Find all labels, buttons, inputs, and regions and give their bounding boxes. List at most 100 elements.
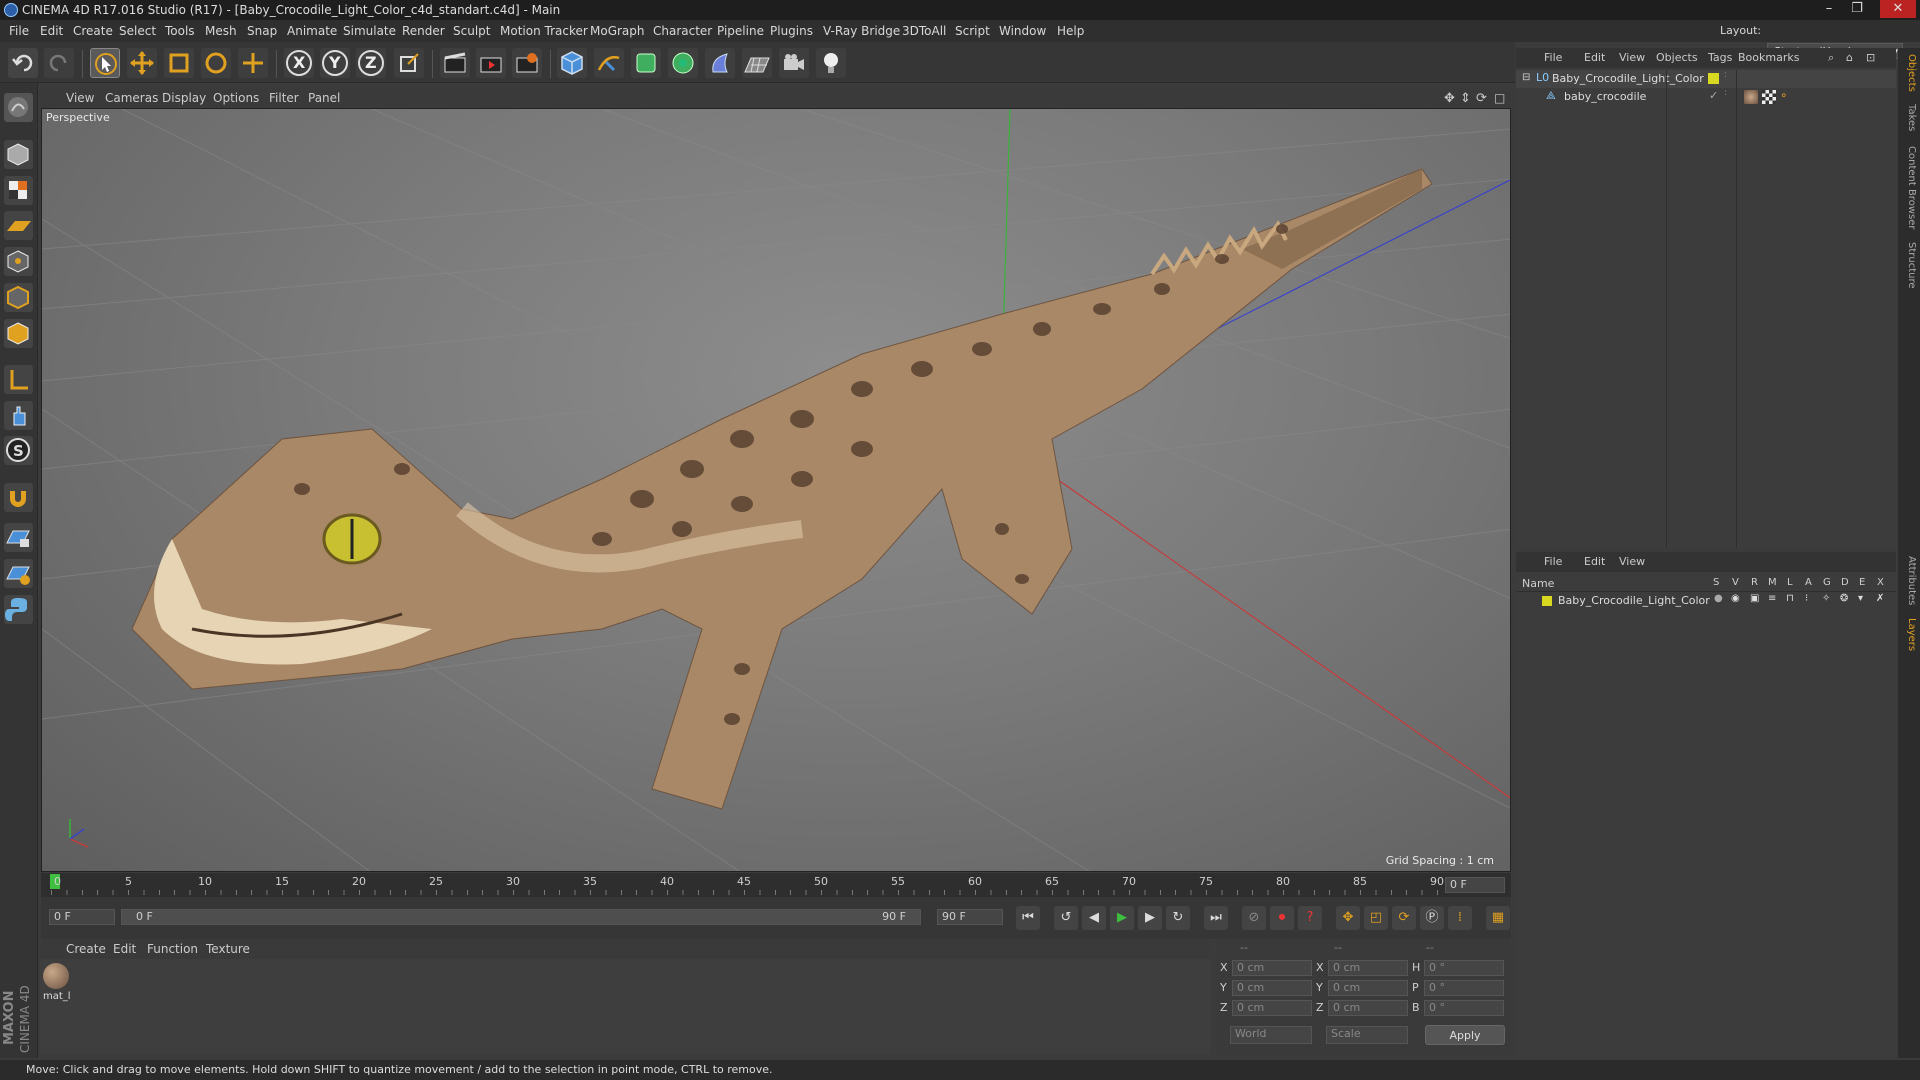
magnet-button[interactable]	[4, 483, 33, 512]
apply-button[interactable]: Apply	[1425, 1025, 1505, 1045]
key-parameter-button[interactable]: Ⓟ	[1420, 906, 1444, 930]
go-to-end-button[interactable]: ⏭	[1204, 906, 1228, 930]
x-axis-button[interactable]: X	[284, 48, 314, 78]
edges-mode-button[interactable]	[4, 283, 33, 312]
planar-workplane-button[interactable]	[4, 559, 33, 588]
render-view-button[interactable]	[440, 48, 470, 78]
object-row[interactable]: ⊟ L0 Baby_Crocodile_Light_Color :	[1516, 70, 1896, 88]
visible-eye-icon[interactable]: ◉	[1731, 593, 1740, 604]
camera-button[interactable]	[779, 48, 809, 78]
workplane-mode-button[interactable]	[4, 211, 33, 240]
floor-button[interactable]	[742, 48, 772, 78]
next-key-button[interactable]: ↻	[1166, 906, 1190, 930]
menu-edit[interactable]: Edit	[40, 24, 63, 38]
link-icon[interactable]: ⊡	[1866, 51, 1875, 64]
home-icon[interactable]: ⌂	[1846, 51, 1853, 64]
go-to-start-button[interactable]: ⏮	[1016, 906, 1040, 930]
object-menu-objects[interactable]: Objects	[1656, 51, 1698, 64]
axis-mode-button[interactable]	[4, 365, 33, 394]
layer-col-r[interactable]: R	[1751, 577, 1758, 588]
editable-check-icon[interactable]: ✓	[1709, 89, 1718, 102]
move-button[interactable]	[127, 48, 157, 78]
layer-col-d[interactable]: D	[1841, 577, 1849, 588]
close-button[interactable]: ✕	[1880, 0, 1916, 18]
y-axis-button[interactable]: Y	[320, 48, 350, 78]
size-mode-select[interactable]: Scale	[1326, 1026, 1408, 1044]
timeline-ruler[interactable]: 0 5 10 15 20 25 30 35 40 45 50 55 60 65 …	[41, 873, 1511, 897]
layer-col-m[interactable]: M	[1768, 577, 1777, 588]
size-x-field[interactable]: 0 cm	[1328, 960, 1408, 976]
material-menu-create[interactable]: Create	[66, 942, 106, 956]
light-button[interactable]	[816, 48, 846, 78]
live-selection-button[interactable]	[90, 48, 120, 78]
generator-icon[interactable]: ✧	[1822, 593, 1830, 604]
object-menu-tags[interactable]: Tags	[1708, 51, 1732, 64]
menu-file[interactable]: File	[9, 24, 29, 38]
texture-tag-icon[interactable]	[1762, 90, 1776, 104]
tab-takes[interactable]: Takes	[1901, 104, 1917, 131]
coordinate-space-select[interactable]: World	[1230, 1026, 1312, 1044]
texture-mode-button[interactable]	[4, 176, 33, 205]
expression-icon[interactable]: ▾	[1858, 593, 1863, 604]
viewport-menu-display[interactable]: Display	[162, 91, 206, 105]
layer-menu-view[interactable]: View	[1619, 555, 1645, 568]
search-icon[interactable]: ⌕	[1828, 51, 1834, 65]
menu-create[interactable]: Create	[73, 24, 113, 38]
menu-simulate[interactable]: Simulate	[343, 24, 396, 38]
object-menu-view[interactable]: View	[1619, 51, 1645, 64]
menu-script[interactable]: Script	[955, 24, 990, 38]
previous-frame-button[interactable]: ◀	[1082, 906, 1106, 930]
size-z-field[interactable]: 0 cm	[1328, 1000, 1408, 1016]
layer-col-s[interactable]: S	[1713, 577, 1719, 588]
polygons-mode-button[interactable]	[4, 319, 33, 348]
menu-3dtoall[interactable]: 3DToAll	[902, 24, 946, 38]
move-view-icon[interactable]: ✥	[1444, 91, 1455, 106]
rotation-p-field[interactable]: 0 °	[1424, 980, 1504, 996]
position-y-field[interactable]: 0 cm	[1232, 980, 1312, 996]
points-mode-button[interactable]	[4, 247, 33, 276]
lock-workplane-button[interactable]	[4, 523, 33, 552]
visibility-dots-icon[interactable]: :	[1724, 70, 1727, 80]
layer-color-swatch[interactable]	[1708, 73, 1719, 84]
previous-key-button[interactable]: ↺	[1054, 906, 1078, 930]
tab-objects[interactable]: Objects	[1901, 54, 1917, 92]
frame-range-slider[interactable]: 0 F 90 F	[121, 909, 921, 925]
rotation-h-field[interactable]: 0 °	[1424, 960, 1504, 976]
subdivision-surface-button[interactable]	[631, 48, 661, 78]
layer-col-a[interactable]: A	[1805, 577, 1812, 588]
layer-col-v[interactable]: V	[1732, 577, 1739, 588]
menu-render[interactable]: Render	[402, 24, 445, 38]
render-settings-button[interactable]	[512, 48, 542, 78]
end-frame-field[interactable]: 90 F	[937, 909, 1003, 925]
menu-sculpt[interactable]: Sculpt	[453, 24, 490, 38]
undo-button[interactable]	[8, 48, 38, 78]
play-button[interactable]: ▶	[1110, 906, 1134, 930]
object-menu-edit[interactable]: Edit	[1584, 51, 1605, 64]
layer-menu-edit[interactable]: Edit	[1584, 555, 1605, 568]
deformer-button[interactable]	[705, 48, 735, 78]
tweak-mode-button[interactable]	[4, 401, 33, 430]
menu-mograph[interactable]: MoGraph	[590, 24, 645, 38]
maximize-view-icon[interactable]: □	[1494, 91, 1505, 105]
record-disabled-button[interactable]: ⊘	[1242, 906, 1266, 930]
redo-button[interactable]	[44, 48, 74, 78]
rotate-button[interactable]	[201, 48, 231, 78]
viewport-menu-panel[interactable]: Panel	[308, 91, 340, 105]
scale-button[interactable]	[164, 48, 194, 78]
key-position-button[interactable]: ✥	[1336, 906, 1360, 930]
menu-mesh[interactable]: Mesh	[205, 24, 237, 38]
viewport-perspective[interactable]: Perspective Grid Spacing : 1 cm	[41, 108, 1511, 872]
deformer-layer-icon[interactable]: ❂	[1840, 593, 1848, 604]
rotation-b-field[interactable]: 0 °	[1424, 1000, 1504, 1016]
minimize-button[interactable]: –	[1816, 0, 1842, 18]
python-button[interactable]	[4, 595, 33, 624]
solo-icon[interactable]: ●	[1714, 593, 1723, 604]
make-editable-button[interactable]	[4, 93, 33, 122]
layer-color-swatch[interactable]	[1542, 596, 1552, 606]
key-rotation-button[interactable]: ⟳	[1392, 906, 1416, 930]
xref-icon[interactable]: ✗	[1876, 593, 1884, 604]
autokey-button[interactable]: ?	[1298, 906, 1322, 930]
layer-row[interactable]: Baby_Crocodile_Light_Color ● ◉ ▣ ≡ ⊓ ⁝ ✧…	[1516, 592, 1896, 610]
position-x-field[interactable]: 0 cm	[1232, 960, 1312, 976]
render-to-picture-viewer-button[interactable]	[476, 48, 506, 78]
